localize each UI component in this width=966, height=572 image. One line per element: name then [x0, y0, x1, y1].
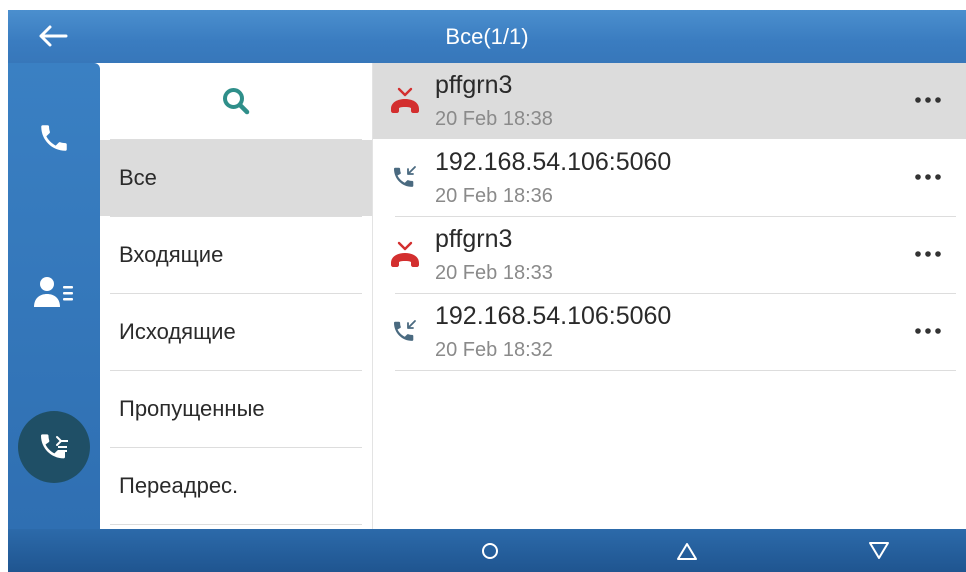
call-log-row[interactable]: pffgrn3 20 Feb 18:38 [373, 63, 966, 139]
search-button[interactable] [100, 63, 372, 139]
search-icon [223, 88, 250, 115]
category-outgoing[interactable]: Исходящие [100, 294, 372, 370]
rail-phone-button[interactable] [8, 88, 100, 188]
more-dots-icon [915, 251, 941, 257]
call-log-row[interactable]: 192.168.54.106:5060 20 Feb 18:36 [373, 140, 966, 216]
caller-name: 192.168.54.106:5060 [435, 148, 672, 176]
category-missed[interactable]: Пропущенные [100, 371, 372, 447]
more-options-button[interactable] [904, 237, 952, 271]
active-rail-indicator [18, 411, 90, 483]
caller-name: pffgrn3 [435, 225, 513, 253]
more-dots-icon [915, 174, 941, 180]
circle-home-icon [482, 542, 498, 559]
bottom-nav-bar [8, 529, 966, 572]
more-dots-icon [915, 97, 941, 103]
more-options-button[interactable] [904, 314, 952, 348]
call-history-icon [41, 434, 68, 459]
category-forwarded[interactable]: Переадрес. [100, 448, 372, 524]
home-button[interactable] [455, 529, 525, 572]
category-label: Все [119, 165, 157, 190]
category-label: Входящие [119, 242, 224, 267]
category-label: Пропущенные [119, 396, 265, 421]
call-log-row[interactable]: 192.168.54.106:5060 20 Feb 18:32 [373, 294, 966, 370]
call-time: 20 Feb 18:33 [435, 262, 553, 284]
phone-icon [41, 125, 67, 151]
call-log-list: pffgrn3 20 Feb 18:38 192.168.54.106:5060… [373, 63, 966, 529]
triangle-down-icon [869, 541, 889, 559]
incoming-call-icon [387, 162, 423, 194]
more-options-button[interactable] [904, 83, 952, 117]
category-all[interactable]: Все [100, 140, 372, 216]
call-log-row[interactable]: pffgrn3 20 Feb 18:33 [373, 217, 966, 293]
missed-call-icon [387, 239, 423, 271]
top-bar: Все(1/1) [8, 10, 966, 63]
caller-name: pffgrn3 [435, 71, 513, 99]
missed-call-icon [387, 85, 423, 117]
call-time: 20 Feb 18:32 [435, 339, 553, 361]
page-title: Все(1/1) [445, 23, 529, 49]
more-options-button[interactable] [904, 160, 952, 194]
rail-contacts-button[interactable] [8, 243, 100, 343]
triangle-up-icon [677, 542, 697, 560]
caller-name: 192.168.54.106:5060 [435, 302, 672, 330]
divider [395, 370, 956, 371]
category-incoming[interactable]: Входящие [100, 217, 372, 293]
call-time: 20 Feb 18:38 [435, 108, 553, 130]
rail-call-history-button[interactable] [8, 397, 100, 497]
contacts-icon [34, 277, 73, 307]
divider [110, 524, 362, 525]
incoming-call-icon [387, 316, 423, 348]
left-icon-rail [8, 63, 100, 529]
more-dots-icon [915, 328, 941, 334]
scroll-down-button[interactable] [844, 529, 914, 572]
category-label: Исходящие [119, 319, 236, 344]
call-category-list: Все Входящие Исходящие Пропущенные Переа… [100, 63, 373, 529]
call-time: 20 Feb 18:36 [435, 185, 553, 207]
phone-screen: Все(1/1) Все Входящие Исходящие Пропущен… [8, 10, 966, 572]
scroll-up-button[interactable] [652, 529, 722, 572]
category-label: Переадрес. [119, 473, 239, 498]
